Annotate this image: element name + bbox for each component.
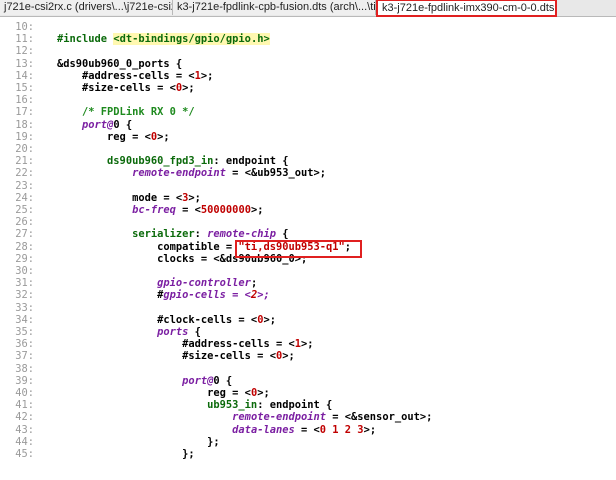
code-text: ports { bbox=[157, 326, 201, 338]
line-number: 42: bbox=[15, 411, 34, 424]
line-number: 23: bbox=[15, 179, 34, 192]
line-number: 22: bbox=[15, 167, 34, 180]
code-text: serializer: remote-chip { bbox=[132, 228, 289, 241]
line-number: 10: bbox=[15, 21, 34, 33]
code-text: ub953_in: endpoint { bbox=[207, 399, 333, 412]
code-editor[interactable]: 10: 11: #include <dt-bindings/gpio/gpio.h>… bbox=[0, 17, 616, 480]
line-number: 19: bbox=[15, 130, 34, 143]
line-number: 38: bbox=[15, 362, 34, 375]
line-number: 39: bbox=[15, 374, 34, 387]
tab-fpdlink-cpb-fusion[interactable]: k3-j721e-fpdlink-cpb-fusion.dts (arch\..… bbox=[173, 0, 376, 15]
tab-j721e-csi2rx[interactable]: j721e-csi2rx.c (drivers\...\j721e-csi2rx… bbox=[0, 0, 173, 15]
code-text: #gpio-cells = <2>; bbox=[57, 289, 270, 302]
tab-bar: j721e-csi2rx.c (drivers\...\j721e-csi2rx… bbox=[0, 0, 616, 17]
line-number: 45: bbox=[15, 448, 34, 460]
tab-fpdlink-imx390-active[interactable]: k3-j721e-fpdlink-imx390-cm-0-0.dts (arch… bbox=[376, 0, 557, 17]
line-number: 17: bbox=[15, 106, 34, 119]
line-number: 18: bbox=[15, 118, 34, 131]
code-text: #clock-cells = <0>; bbox=[57, 313, 276, 326]
line-number: 44: bbox=[15, 435, 34, 448]
line-number: 30: bbox=[15, 265, 34, 277]
line-number: 37: bbox=[15, 350, 34, 363]
line-number: 34: bbox=[15, 313, 34, 326]
code-text: gpio-controller; bbox=[157, 277, 258, 290]
code-text: ds90ub960_fpd3_in: endpoint { bbox=[107, 155, 289, 168]
code-text: /* FPDLink RX 0 */ bbox=[57, 106, 195, 119]
code-text: mode = <3>; bbox=[57, 191, 201, 204]
line-number: 24: bbox=[15, 191, 34, 204]
line-number: 15: bbox=[15, 82, 34, 94]
line-number: 40: bbox=[15, 387, 34, 399]
line-number: 26: bbox=[15, 216, 34, 229]
code-text: #address-cells = <1>; bbox=[57, 69, 214, 82]
line-number: 12: bbox=[15, 45, 34, 58]
line-number: 25: bbox=[15, 204, 34, 216]
line-number: 21: bbox=[15, 155, 34, 168]
line-number: 27: bbox=[15, 228, 34, 241]
code-text: remote-endpoint = <&sensor_out>; bbox=[232, 411, 433, 424]
code-text: data-lanes = <0 1 2 3>; bbox=[232, 423, 377, 436]
code-text: remote-endpoint = <&ub953_out>; bbox=[132, 167, 327, 180]
code-text: compatible = "ti,ds90ub953-q1"; bbox=[57, 240, 352, 253]
line-number: 28: bbox=[15, 240, 34, 253]
line-number: 14: bbox=[15, 69, 34, 82]
line-number: 29: bbox=[15, 252, 34, 265]
line-number: 36: bbox=[15, 338, 34, 351]
code-text: reg = <0>; bbox=[57, 130, 170, 143]
line-number: 13: bbox=[15, 57, 34, 70]
line-number: 20: bbox=[15, 143, 34, 155]
code-text: reg = <0>; bbox=[57, 387, 270, 399]
line-number: 31: bbox=[15, 277, 34, 290]
code-text: &ds90ub960_0_ports { bbox=[57, 57, 183, 70]
line-number: 41: bbox=[15, 399, 34, 412]
code-text: }; bbox=[57, 435, 220, 448]
code-text: port@0 { bbox=[82, 118, 133, 131]
code-text: #include <dt-bindings/gpio/gpio.h> bbox=[57, 33, 270, 46]
code-text: #size-cells = <0>; bbox=[57, 350, 295, 363]
line-number: 43: bbox=[15, 423, 34, 436]
code-text: port@0 { bbox=[182, 374, 233, 387]
code-text: #address-cells = <1>; bbox=[57, 338, 314, 351]
line-number: 33: bbox=[15, 301, 34, 314]
code-text: clocks = <&ds90ub960_0>; bbox=[57, 252, 308, 265]
code-text: #size-cells = <0>; bbox=[57, 82, 195, 94]
line-number: 11: bbox=[15, 33, 34, 46]
code-text: }; bbox=[57, 448, 195, 460]
line-number: 16: bbox=[15, 94, 34, 107]
line-number: 35: bbox=[15, 326, 34, 338]
line-number: 32: bbox=[15, 289, 34, 302]
code-text: bc-freq = <50000000>; bbox=[132, 204, 264, 216]
